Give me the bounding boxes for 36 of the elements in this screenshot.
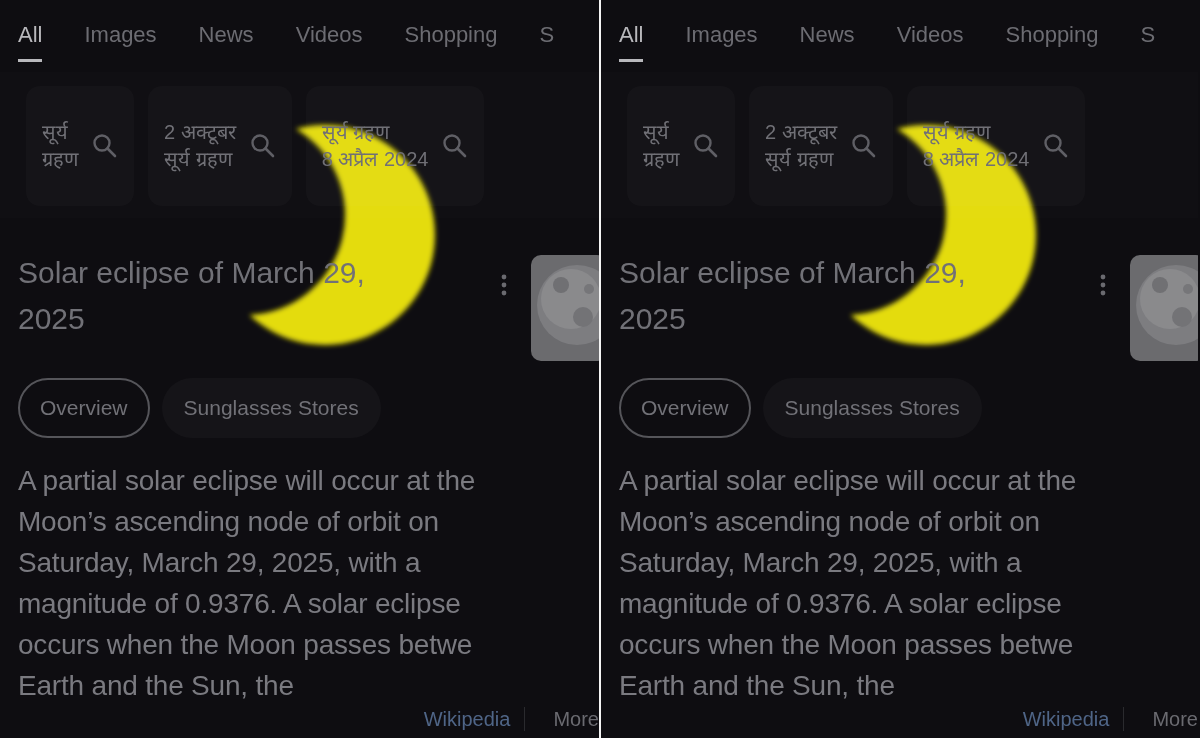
search-tab[interactable]: All [18, 18, 43, 62]
search-tab[interactable]: Videos [896, 18, 964, 59]
more-link[interactable]: More [525, 707, 599, 731]
related-search[interactable]: 2 अक्टूबर सूर्य ग्रहण [749, 86, 893, 206]
related-search[interactable]: सूर्य ग्रहण [627, 86, 735, 206]
more-options-icon[interactable] [501, 273, 507, 296]
more-options-icon[interactable] [1100, 273, 1106, 296]
filter-chip[interactable]: Sunglasses Stores [762, 378, 982, 438]
search-tab[interactable]: Shopping [404, 18, 498, 59]
search-icon [442, 133, 469, 159]
search-tab[interactable]: Images [84, 18, 157, 59]
filter-chip[interactable]: Sunglasses Stores [161, 378, 381, 438]
search-tab[interactable]: News [198, 18, 254, 59]
search-tab[interactable]: Videos [295, 18, 363, 59]
search-icon [1043, 133, 1070, 159]
search-tab[interactable]: S [1140, 18, 1156, 59]
source-link[interactable]: Wikipedia [1022, 707, 1125, 731]
search-icon [249, 133, 276, 159]
result-title[interactable]: Solar eclipse of March 29, 2025 [18, 250, 365, 342]
filter-chip[interactable]: Overview [619, 378, 751, 438]
search-tab[interactable]: All [619, 18, 644, 62]
search-icon [92, 133, 118, 159]
related-search[interactable]: सूर्य ग्रहण [26, 86, 134, 206]
search-icon [693, 133, 719, 159]
result-title[interactable]: Solar eclipse of March 29, 2025 [619, 250, 966, 342]
search-tab[interactable]: Images [685, 18, 758, 59]
result-snippet: A partial solar eclipse will occur at the Moon’s ascending node of orbit on Saturday, March 29, 2025, with a magnitude of 0.9376. A solar eclipse occurs when the Moon passes betwe Earth and the Sun, the [619, 464, 1077, 703]
search-tab[interactable]: Shopping [1005, 18, 1099, 59]
related-search[interactable]: 2 अक्टूबर सूर्य ग्रहण [148, 86, 292, 206]
result-snippet: A partial solar eclipse will occur at the Moon’s ascending node of orbit on Saturday, March 29, 2025, with a magnitude of 0.9376. A solar eclipse occurs when the Moon passes betwe Earth and the Sun, the [18, 464, 476, 703]
search-tab[interactable]: S [539, 18, 555, 59]
source-link[interactable]: Wikipedia [423, 707, 526, 731]
more-link[interactable]: More [1124, 707, 1198, 731]
filter-chip[interactable]: Overview [18, 378, 150, 438]
search-icon [850, 133, 877, 159]
search-tab[interactable]: News [799, 18, 855, 59]
